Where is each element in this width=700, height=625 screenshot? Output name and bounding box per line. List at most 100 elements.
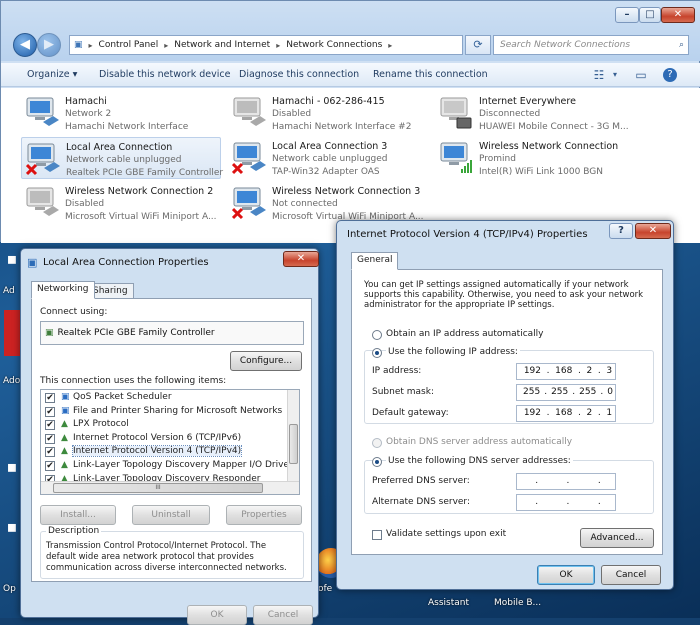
close-button[interactable]: ✕ <box>661 7 695 23</box>
close-button[interactable]: ✕ <box>635 223 671 239</box>
desktop-shortcut-label: Mobile B... <box>494 598 542 608</box>
use-dns-label: Use the following DNS server addresses: <box>386 456 573 466</box>
connection-item[interactable]: Local Area Connection Network cable unplu… <box>21 137 223 179</box>
connection-item[interactable]: Wireless Network Connection 3 Not connect… <box>228 182 428 224</box>
desktop-shortcut-label: Ad <box>3 286 15 296</box>
connection-item[interactable]: Local Area Connection 3 Network cable unp… <box>228 137 428 179</box>
dialog-title: Internet Protocol Version 4 (TCP/IPv4) P… <box>347 229 588 240</box>
minimize-button[interactable]: – <box>615 7 639 23</box>
preferred-dns-label: Preferred DNS server: <box>372 476 470 486</box>
breadcrumb-item[interactable]: Network and Internet <box>174 40 270 50</box>
connection-name: Internet Everywhere <box>479 96 576 107</box>
desktop-shortcut-icon[interactable]: ◼ <box>4 252 20 268</box>
cancel-button[interactable]: Cancel <box>601 565 661 585</box>
desktop-shortcut-icon[interactable]: ◼ <box>4 460 20 476</box>
refresh-button[interactable]: ⟳ <box>465 35 491 55</box>
item-checkbox[interactable]: ✔ <box>45 433 55 444</box>
organize-button[interactable]: Organize ▾ <box>27 69 77 80</box>
ip-octet: 192 <box>523 408 541 418</box>
advanced-button[interactable]: Advanced... <box>580 528 654 548</box>
item-label: LPX Protocol <box>73 419 129 430</box>
search-input[interactable]: Search Network Connections ⌕ <box>493 35 689 55</box>
tab-general[interactable]: General <box>351 252 399 270</box>
ok-button[interactable]: OK <box>537 565 595 585</box>
default-gateway-field[interactable]: 192. 168. 2. 1 <box>516 405 616 422</box>
networking-panel: Connect using: ▣ Realtek PCIe GBE Family… <box>31 298 312 582</box>
rename-button[interactable]: Rename this connection <box>373 69 488 80</box>
configure-button[interactable]: Configure... <box>230 351 302 371</box>
connection-item[interactable]: Hamachi Network 2 Hamachi Network Interfac… <box>21 92 221 134</box>
obtain-ip-radio[interactable] <box>372 330 382 340</box>
breadcrumb[interactable]: ▣ ▸ Control Panel ▸ Network and Internet… <box>69 35 463 55</box>
use-dns-radio[interactable] <box>372 457 382 467</box>
connection-item[interactable]: Hamachi - 062-286-415 Disabled Hamachi Net… <box>228 92 428 134</box>
connection-name: Hamachi <box>65 96 107 107</box>
ipv4-properties-dialog: Internet Protocol Version 4 (TCP/IPv4) P… <box>336 220 674 590</box>
network-error-icon <box>231 186 268 220</box>
diagnose-button[interactable]: Diagnose this connection <box>239 69 359 80</box>
maximize-button[interactable]: □ <box>639 7 661 23</box>
ok-button[interactable]: OK <box>187 605 247 625</box>
chevron-right-icon[interactable]: ▸ <box>388 41 392 50</box>
subnet-mask-field[interactable]: 255. 255. 255. 0 <box>516 384 616 401</box>
breadcrumb-item[interactable]: Network Connections <box>286 40 382 50</box>
back-button[interactable]: ◀ <box>13 33 37 57</box>
uninstall-button[interactable]: Uninstall <box>132 505 210 525</box>
chevron-down-icon[interactable]: ▾ <box>607 67 623 83</box>
disable-device-button[interactable]: Disable this network device <box>99 69 230 80</box>
ip-address-label: IP address: <box>372 366 422 376</box>
properties-button[interactable]: Properties <box>226 505 302 525</box>
ip-octet: 192 <box>523 366 541 376</box>
network-adapter-icon: ▣ <box>45 328 54 338</box>
connection-status: Disabled <box>272 109 312 119</box>
ip-octet: 0 <box>607 387 613 397</box>
search-icon[interactable]: ⌕ <box>679 36 684 54</box>
wireless-adapter-icon <box>439 141 475 175</box>
component-icon: ▲ <box>61 446 68 457</box>
item-checkbox[interactable]: ✔ <box>45 461 55 471</box>
item-checkbox[interactable]: ✔ <box>45 447 55 458</box>
item-checkbox[interactable]: ✔ <box>45 420 55 431</box>
subnet-mask-label: Subnet mask: <box>372 387 434 397</box>
obtain-dns-radio[interactable] <box>372 438 382 448</box>
connection-status: Promind <box>479 154 516 164</box>
obtain-dns-label: Obtain DNS server address automatically <box>386 437 573 447</box>
install-button[interactable]: Install... <box>40 505 116 525</box>
validate-checkbox[interactable] <box>372 530 382 540</box>
desktop-shortcut-icon[interactable]: ◼ <box>4 520 20 536</box>
chevron-right-icon: ▸ <box>164 40 169 50</box>
help-icon[interactable]: ? <box>663 68 677 82</box>
tab-networking[interactable]: Networking <box>31 281 95 299</box>
connection-name: Local Area Connection <box>66 142 173 153</box>
help-button[interactable]: ? <box>609 223 633 239</box>
preview-pane-icon[interactable]: ▭ <box>633 67 649 83</box>
item-checkbox[interactable]: ✔ <box>45 393 55 403</box>
use-ip-radio[interactable] <box>372 348 382 358</box>
view-options-icon[interactable]: ☷ <box>591 67 607 83</box>
item-label: Internet Protocol Version 4 (TCP/IPv4) <box>71 445 243 458</box>
vertical-scrollbar[interactable] <box>287 390 299 482</box>
close-button[interactable]: ✕ <box>283 251 319 267</box>
preferred-dns-field[interactable]: ... <box>516 473 616 490</box>
connection-name: Wireless Network Connection <box>479 141 619 152</box>
network-adapter-icon <box>25 96 61 130</box>
components-list[interactable]: ✔ ▲ Link-Layer Topology Discovery Responde… <box>40 389 300 495</box>
connection-item[interactable]: Wireless Network Connection Promind Intel(… <box>435 137 635 179</box>
forward-button[interactable]: ▶ <box>37 33 61 57</box>
connection-device: Intel(R) WiFi Link 1000 BGN <box>479 167 603 177</box>
alternate-dns-field[interactable]: ... <box>516 494 616 511</box>
horizontal-scrollbar[interactable]: III <box>41 481 299 494</box>
scroll-thumb[interactable] <box>289 424 298 464</box>
cancel-button[interactable]: Cancel <box>253 605 313 625</box>
breadcrumb-item[interactable]: Control Panel <box>99 40 159 50</box>
connection-item[interactable]: Internet Everywhere Disconnected HUAWEI Mo… <box>435 92 635 134</box>
connection-status: Not connected <box>272 199 338 209</box>
network-error-icon <box>231 141 268 175</box>
ip-address-field[interactable]: 192. 168. 2. 3 <box>516 363 616 380</box>
scroll-grip: III <box>155 484 161 491</box>
lac-properties-dialog: Local Area Connection Properties ▣ ✕ Net… <box>20 248 319 625</box>
connection-item[interactable]: Wireless Network Connection 2 Disabled Mic… <box>21 182 221 224</box>
connection-name: Wireless Network Connection 2 <box>65 186 214 197</box>
scroll-thumb[interactable]: III <box>53 483 263 493</box>
item-checkbox[interactable]: ✔ <box>45 406 55 417</box>
